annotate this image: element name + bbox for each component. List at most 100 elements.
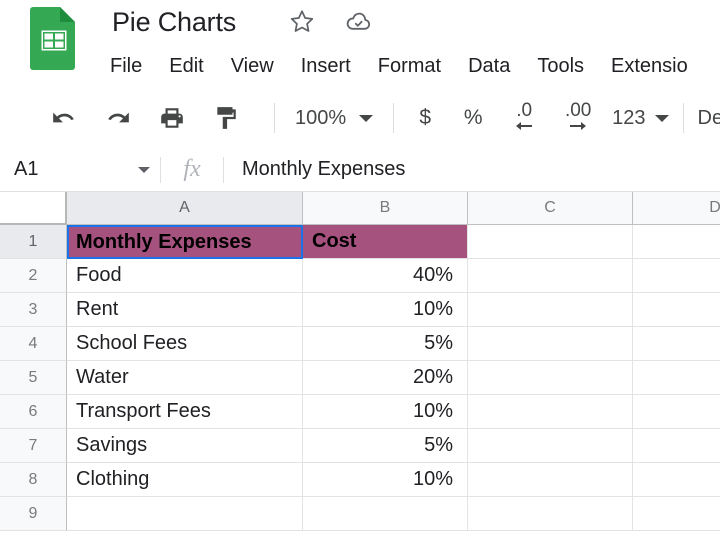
undo-icon[interactable]: [44, 98, 84, 138]
toolbar-divider: [682, 103, 684, 133]
cell-c3[interactable]: [468, 293, 633, 327]
cell-c1[interactable]: [468, 225, 633, 259]
menu-item-insert[interactable]: Insert: [301, 52, 351, 81]
formula-bar: A1 fx Monthly Expenses: [0, 148, 720, 192]
table-row: 1 Monthly Expenses Cost: [0, 225, 720, 259]
cell-a9[interactable]: [67, 497, 303, 531]
cell-a3[interactable]: Rent: [67, 293, 303, 327]
cell-c9[interactable]: [468, 497, 633, 531]
column-header-b[interactable]: B: [303, 192, 468, 225]
column-header-d[interactable]: D: [633, 192, 720, 225]
menu-item-view[interactable]: View: [231, 52, 274, 81]
table-row: 3 Rent 10%: [0, 293, 720, 327]
increase-decimal-label: .00: [564, 100, 592, 121]
percent-format-button[interactable]: %: [456, 98, 490, 138]
row-header-1[interactable]: 1: [0, 225, 67, 259]
cell-c6[interactable]: [468, 395, 633, 429]
paint-format-icon[interactable]: [206, 98, 246, 138]
toolbar-divider: [393, 103, 395, 133]
cell-a2[interactable]: Food: [67, 259, 303, 293]
number-format-dropdown[interactable]: 123: [612, 98, 669, 138]
number-format-label: 123: [612, 106, 646, 129]
menu-item-data[interactable]: Data: [468, 52, 510, 81]
cell-b1[interactable]: Cost: [303, 225, 468, 259]
fx-icon[interactable]: fx: [161, 156, 223, 183]
zoom-dropdown[interactable]: 100%: [289, 98, 379, 138]
row-header-8[interactable]: 8: [0, 463, 67, 497]
spreadsheet-grid: A B C D 1 Monthly Expenses Cost 2 Food 4…: [0, 192, 720, 534]
decrease-decimal-label: .0: [516, 100, 533, 121]
table-row: 2 Food 40%: [0, 259, 720, 293]
table-row: 5 Water 20%: [0, 361, 720, 395]
toolbar-divider: [274, 103, 275, 133]
arrow-left-icon: [516, 122, 533, 130]
cell-d1[interactable]: [633, 225, 720, 259]
cell-d2[interactable]: [633, 259, 720, 293]
cell-d4[interactable]: [633, 327, 720, 361]
cell-b3[interactable]: 10%: [303, 293, 468, 327]
cell-a7[interactable]: Savings: [67, 429, 303, 463]
cell-c7[interactable]: [468, 429, 633, 463]
menu-item-extensions[interactable]: Extensio: [611, 52, 688, 81]
row-header-9[interactable]: 9: [0, 497, 67, 531]
cell-c4[interactable]: [468, 327, 633, 361]
menu-item-format[interactable]: Format: [378, 52, 441, 81]
row-header-5[interactable]: 5: [0, 361, 67, 395]
row-header-2[interactable]: 2: [0, 259, 67, 293]
font-family-dropdown[interactable]: Default (A: [698, 107, 720, 130]
cell-b8[interactable]: 10%: [303, 463, 468, 497]
document-title[interactable]: Pie Charts: [112, 0, 236, 44]
cell-c5[interactable]: [468, 361, 633, 395]
cell-d5[interactable]: [633, 361, 720, 395]
select-all-corner[interactable]: [0, 192, 67, 225]
table-row: 9: [0, 497, 720, 531]
cell-a8[interactable]: Clothing: [67, 463, 303, 497]
cell-d3[interactable]: [633, 293, 720, 327]
row-header-7[interactable]: 7: [0, 429, 67, 463]
menu-item-file[interactable]: File: [110, 52, 142, 81]
row-header-6[interactable]: 6: [0, 395, 67, 429]
table-row: 6 Transport Fees 10%: [0, 395, 720, 429]
cell-b5[interactable]: 20%: [303, 361, 468, 395]
toolbar: 100% $ % .0 .00 123 Default (A: [0, 88, 720, 148]
cloud-saved-icon[interactable]: [341, 4, 375, 38]
cell-d6[interactable]: [633, 395, 720, 429]
cell-b4[interactable]: 5%: [303, 327, 468, 361]
column-header-a[interactable]: A: [67, 192, 303, 225]
cell-a1[interactable]: Monthly Expenses: [67, 225, 303, 259]
redo-icon[interactable]: [98, 98, 138, 138]
menu-item-tools[interactable]: Tools: [537, 52, 584, 81]
cell-d8[interactable]: [633, 463, 720, 497]
name-box-value: A1: [14, 158, 39, 180]
cell-a6[interactable]: Transport Fees: [67, 395, 303, 429]
chevron-down-icon: [654, 114, 669, 122]
cell-c2[interactable]: [468, 259, 633, 293]
cell-b9[interactable]: [303, 497, 468, 531]
row-header-3[interactable]: 3: [0, 293, 67, 327]
cell-a4[interactable]: School Fees: [67, 327, 303, 361]
cell-d7[interactable]: [633, 429, 720, 463]
table-row: 4 School Fees 5%: [0, 327, 720, 361]
print-icon[interactable]: [152, 98, 192, 138]
table-row: 7 Savings 5%: [0, 429, 720, 463]
chevron-down-icon: [359, 114, 374, 122]
cell-b7[interactable]: 5%: [303, 429, 468, 463]
cell-d9[interactable]: [633, 497, 720, 531]
formula-input[interactable]: Monthly Expenses: [224, 148, 720, 192]
increase-decimal-button[interactable]: .00: [558, 98, 598, 138]
google-sheets-window: Pie Charts File Edit View Insert Format …: [0, 0, 720, 534]
column-header-c[interactable]: C: [468, 192, 633, 225]
table-row: 8 Clothing 10%: [0, 463, 720, 497]
cell-c8[interactable]: [468, 463, 633, 497]
cell-b6[interactable]: 10%: [303, 395, 468, 429]
decrease-decimal-button[interactable]: .0: [504, 98, 544, 138]
row-header-4[interactable]: 4: [0, 327, 67, 361]
cell-a5[interactable]: Water: [67, 361, 303, 395]
name-box[interactable]: A1: [0, 148, 160, 192]
star-outline-icon[interactable]: [285, 4, 319, 38]
cell-b2[interactable]: 40%: [303, 259, 468, 293]
menu-bar: File Edit View Insert Format Data Tools …: [0, 44, 720, 88]
menu-item-edit[interactable]: Edit: [169, 52, 203, 81]
currency-format-button[interactable]: $: [408, 98, 442, 138]
arrow-right-icon: [570, 122, 587, 130]
